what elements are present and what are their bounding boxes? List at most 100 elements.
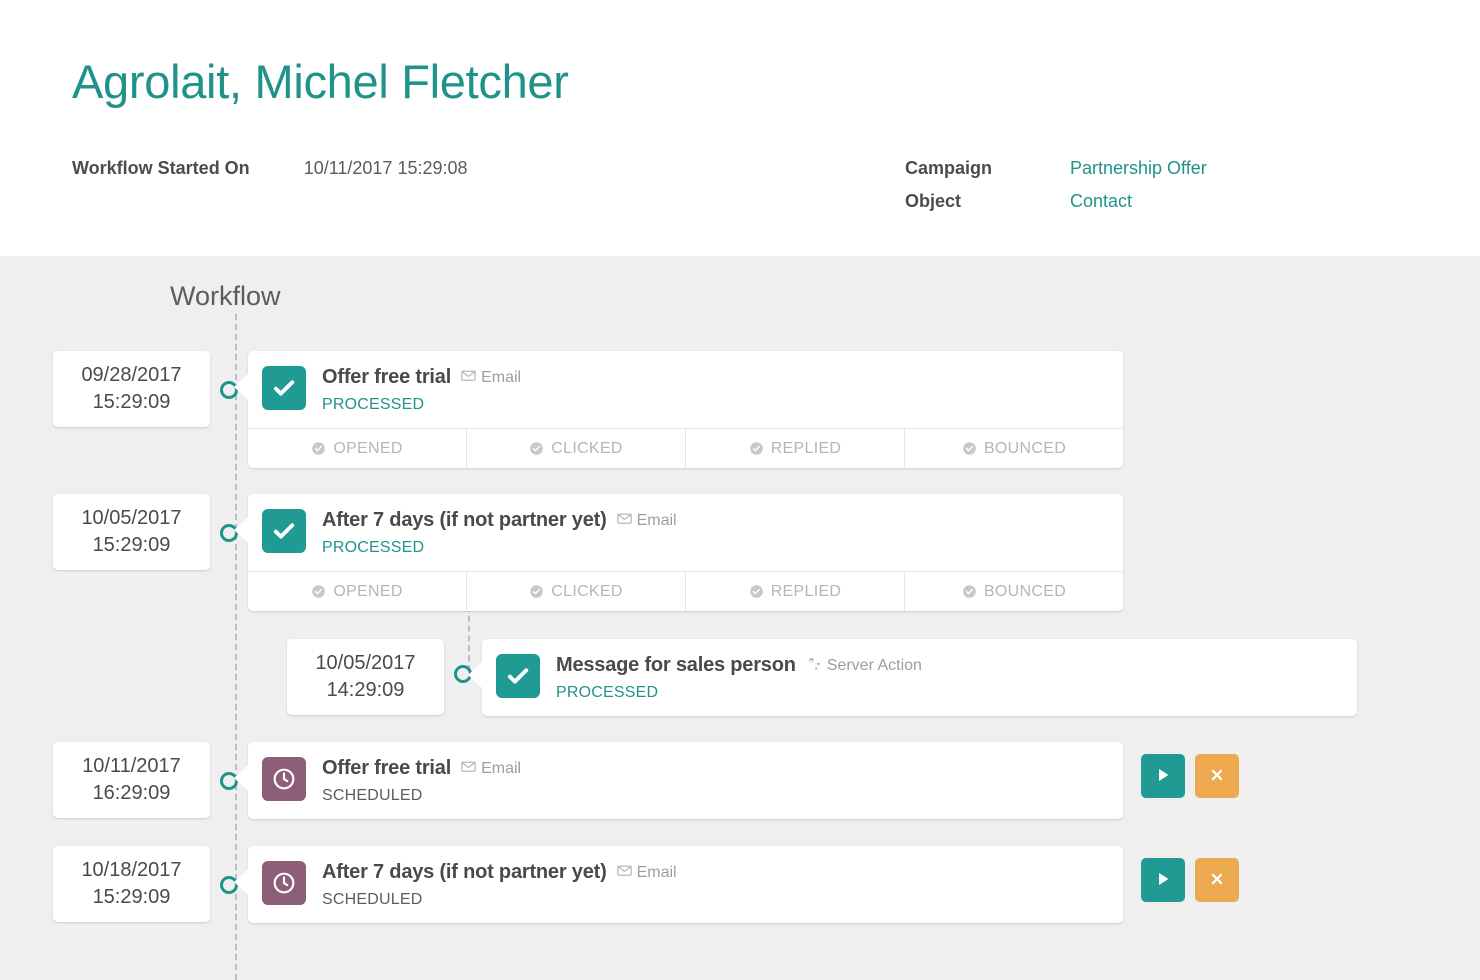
step-actions	[1141, 754, 1239, 798]
step-type-label: Email	[636, 512, 677, 529]
step-type-tag: Server Action	[806, 656, 922, 676]
metric-bounced: BOUNCED	[905, 429, 1123, 468]
step-type-label: Email	[481, 760, 522, 777]
step-card[interactable]: After 7 days (if not partner yet) Email …	[234, 494, 1123, 611]
workflow-heading: Workflow	[170, 281, 281, 311]
step-title: After 7 days (if not partner yet)	[322, 861, 607, 883]
step-actions	[1141, 858, 1239, 902]
step-card[interactable]: Offer free trial Email PROCESSED OPENED C…	[234, 351, 1123, 468]
step-type-tag: Email	[616, 511, 677, 531]
step-title: Offer free trial	[322, 366, 452, 388]
timeline-row-3: 10/05/2017 14:29:09 Message for sales pe…	[287, 639, 1357, 716]
check-circle-icon	[749, 441, 771, 456]
envelope-icon	[461, 368, 481, 388]
check-icon	[496, 654, 540, 698]
metric-label: BOUNCED	[983, 439, 1067, 457]
close-icon	[1208, 870, 1226, 891]
metric-opened: OPENED	[248, 572, 467, 611]
object-label: Object	[905, 191, 962, 211]
step-card-wrap: Offer free trial Email SCHEDULED	[234, 742, 1123, 819]
step-date: 10/11/2017	[82, 755, 181, 777]
step-date-chip: 10/05/2017 14:29:09	[287, 639, 444, 715]
step-metrics-row: OPENED CLICKED REPLIED BOUNCED	[248, 428, 1123, 468]
metric-bounced: BOUNCED	[905, 572, 1123, 611]
clock-icon	[262, 757, 306, 801]
metric-label: CLICKED	[551, 582, 623, 600]
cancel-button[interactable]	[1195, 858, 1239, 902]
step-date-chip: 10/11/2017 16:29:09	[53, 742, 210, 818]
step-card-main: After 7 days (if not partner yet) Email …	[248, 846, 1123, 923]
metric-replied: REPLIED	[686, 429, 905, 468]
metric-opened: OPENED	[248, 429, 467, 468]
cancel-button[interactable]	[1195, 754, 1239, 798]
step-date: 10/05/2017	[315, 652, 416, 674]
header-meta-right: Campaign Partnership Offer Object Contac…	[905, 158, 1207, 224]
play-icon	[1154, 766, 1172, 787]
step-date: 10/05/2017	[81, 507, 182, 529]
step-card-main: After 7 days (if not partner yet) Email …	[248, 494, 1123, 571]
run-now-button[interactable]	[1141, 858, 1185, 902]
play-icon	[1154, 870, 1172, 891]
campaign-meta-row: Campaign Partnership Offer	[905, 158, 1207, 179]
envelope-icon	[461, 759, 481, 779]
step-card[interactable]: Offer free trial Email SCHEDULED	[234, 742, 1123, 819]
step-type-tag: Email	[616, 863, 677, 883]
run-now-button[interactable]	[1141, 754, 1185, 798]
metric-label: OPENED	[333, 582, 403, 600]
step-title-line: Offer free trial Email	[322, 757, 521, 780]
metric-label: OPENED	[333, 439, 403, 457]
step-time: 15:29:09	[92, 391, 171, 413]
step-date: 09/28/2017	[81, 364, 182, 386]
campaign-value-link[interactable]: Partnership Offer	[1070, 158, 1207, 179]
step-type-label: Server Action	[826, 657, 922, 674]
step-card-text: Offer free trial Email PROCESSED	[322, 365, 521, 414]
step-card[interactable]: Message for sales person Server Action P…	[468, 639, 1357, 716]
step-title: After 7 days (if not partner yet)	[322, 509, 607, 531]
metric-replied: REPLIED	[686, 572, 905, 611]
workflow-timeline-panel: Workflow 09/28/2017 15:29:09 Offer free …	[0, 256, 1480, 980]
metric-label: REPLIED	[770, 582, 842, 600]
step-card-text: Offer free trial Email SCHEDULED	[322, 756, 521, 805]
check-circle-icon	[311, 441, 333, 456]
step-card-main: Offer free trial Email SCHEDULED	[248, 742, 1123, 819]
step-time: 15:29:09	[92, 534, 171, 556]
workflow-started-label: Workflow Started On	[72, 158, 250, 178]
step-card-text: Message for sales person Server Action P…	[556, 653, 922, 702]
step-card-wrap: Message for sales person Server Action P…	[468, 639, 1357, 716]
clock-icon	[262, 861, 306, 905]
step-date-chip: 10/05/2017 15:29:09	[53, 494, 210, 570]
workflow-started-value: 10/11/2017 15:29:08	[303, 158, 468, 178]
step-type-label: Email	[636, 864, 677, 881]
metric-label: REPLIED	[770, 439, 842, 457]
step-status: PROCESSED	[322, 539, 425, 556]
timeline-row-1: 09/28/2017 15:29:09 Offer free trial Ema…	[53, 351, 1123, 468]
step-card-main: Offer free trial Email PROCESSED	[248, 351, 1123, 428]
step-card-main: Message for sales person Server Action P…	[482, 639, 1357, 716]
step-card-wrap: Offer free trial Email PROCESSED OPENED C…	[234, 351, 1123, 468]
metric-label: BOUNCED	[983, 582, 1067, 600]
step-status: PROCESSED	[322, 396, 425, 413]
step-time: 14:29:09	[326, 679, 405, 701]
check-circle-icon	[311, 584, 333, 599]
step-time: 15:29:09	[92, 886, 171, 908]
cogs-icon	[806, 656, 827, 676]
step-card-wrap: After 7 days (if not partner yet) Email …	[234, 494, 1123, 611]
step-title-line: Message for sales person Server Action	[556, 654, 922, 677]
step-title-line: Offer free trial Email	[322, 366, 521, 389]
step-card-text: After 7 days (if not partner yet) Email …	[322, 508, 677, 557]
check-icon	[262, 366, 306, 410]
envelope-icon	[616, 511, 637, 531]
step-type-tag: Email	[461, 759, 521, 779]
step-status: SCHEDULED	[322, 891, 423, 908]
step-title-line: After 7 days (if not partner yet) Email	[322, 509, 677, 532]
step-metrics-row: OPENED CLICKED REPLIED BOUNCED	[248, 571, 1123, 611]
metric-clicked: CLICKED	[467, 429, 686, 468]
timeline-row-2: 10/05/2017 15:29:09 After 7 days (if not…	[53, 494, 1123, 611]
check-icon	[262, 509, 306, 553]
check-circle-icon	[962, 441, 984, 456]
step-card[interactable]: After 7 days (if not partner yet) Email …	[234, 846, 1123, 923]
object-value-link[interactable]: Contact	[1070, 191, 1132, 212]
workflow-started-meta: Workflow Started On 10/11/2017 15:29:08	[72, 158, 468, 179]
step-card-wrap: After 7 days (if not partner yet) Email …	[234, 846, 1123, 923]
step-type-label: Email	[481, 369, 522, 386]
